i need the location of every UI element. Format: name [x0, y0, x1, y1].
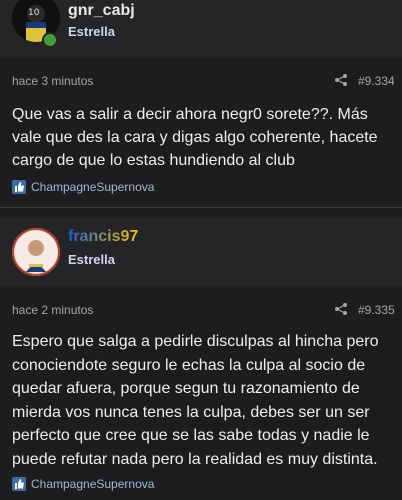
user-rank: Estrella	[68, 252, 115, 267]
post-time[interactable]: hace 2 minutos	[12, 303, 93, 317]
svg-text:10: 10	[28, 8, 40, 18]
reaction-user[interactable]: ChampagneSupernova	[31, 180, 154, 194]
post-time[interactable]: hace 3 minutos	[12, 74, 93, 88]
post-header-2: francis97 Estrella	[0, 218, 402, 286]
online-status-icon	[42, 32, 58, 48]
post-number[interactable]: #9.334	[358, 74, 395, 88]
username-text: francis97	[68, 228, 139, 245]
post-header-1: 10 gnr_cabj Estrella	[0, 0, 402, 58]
post-meta-2: hace 2 minutos #9.335	[0, 292, 402, 328]
post-username[interactable]: gnr_cabj	[68, 2, 135, 20]
share-icon[interactable]	[334, 302, 348, 316]
like-icon	[12, 180, 26, 194]
post-username[interactable]: francis97	[68, 228, 138, 246]
like-icon	[12, 477, 26, 491]
share-icon[interactable]	[334, 73, 348, 87]
post-body: Espero que salga a pedirle disculpas al …	[12, 333, 379, 468]
post-body: Que vas a salir a decir ahora negr0 sore…	[12, 106, 378, 169]
post-divider	[0, 207, 402, 208]
post-number[interactable]: #9.335	[358, 303, 395, 317]
user-rank: Estrella	[68, 24, 115, 39]
reaction-bar: ChampagneSupernova	[12, 475, 397, 495]
reaction-user[interactable]: ChampagneSupernova	[31, 477, 154, 491]
post-meta-1: hace 3 minutos #9.334	[0, 62, 402, 98]
reaction-bar: ChampagneSupernova	[12, 178, 397, 198]
player-avatar-icon	[12, 228, 60, 276]
avatar[interactable]	[12, 228, 60, 276]
